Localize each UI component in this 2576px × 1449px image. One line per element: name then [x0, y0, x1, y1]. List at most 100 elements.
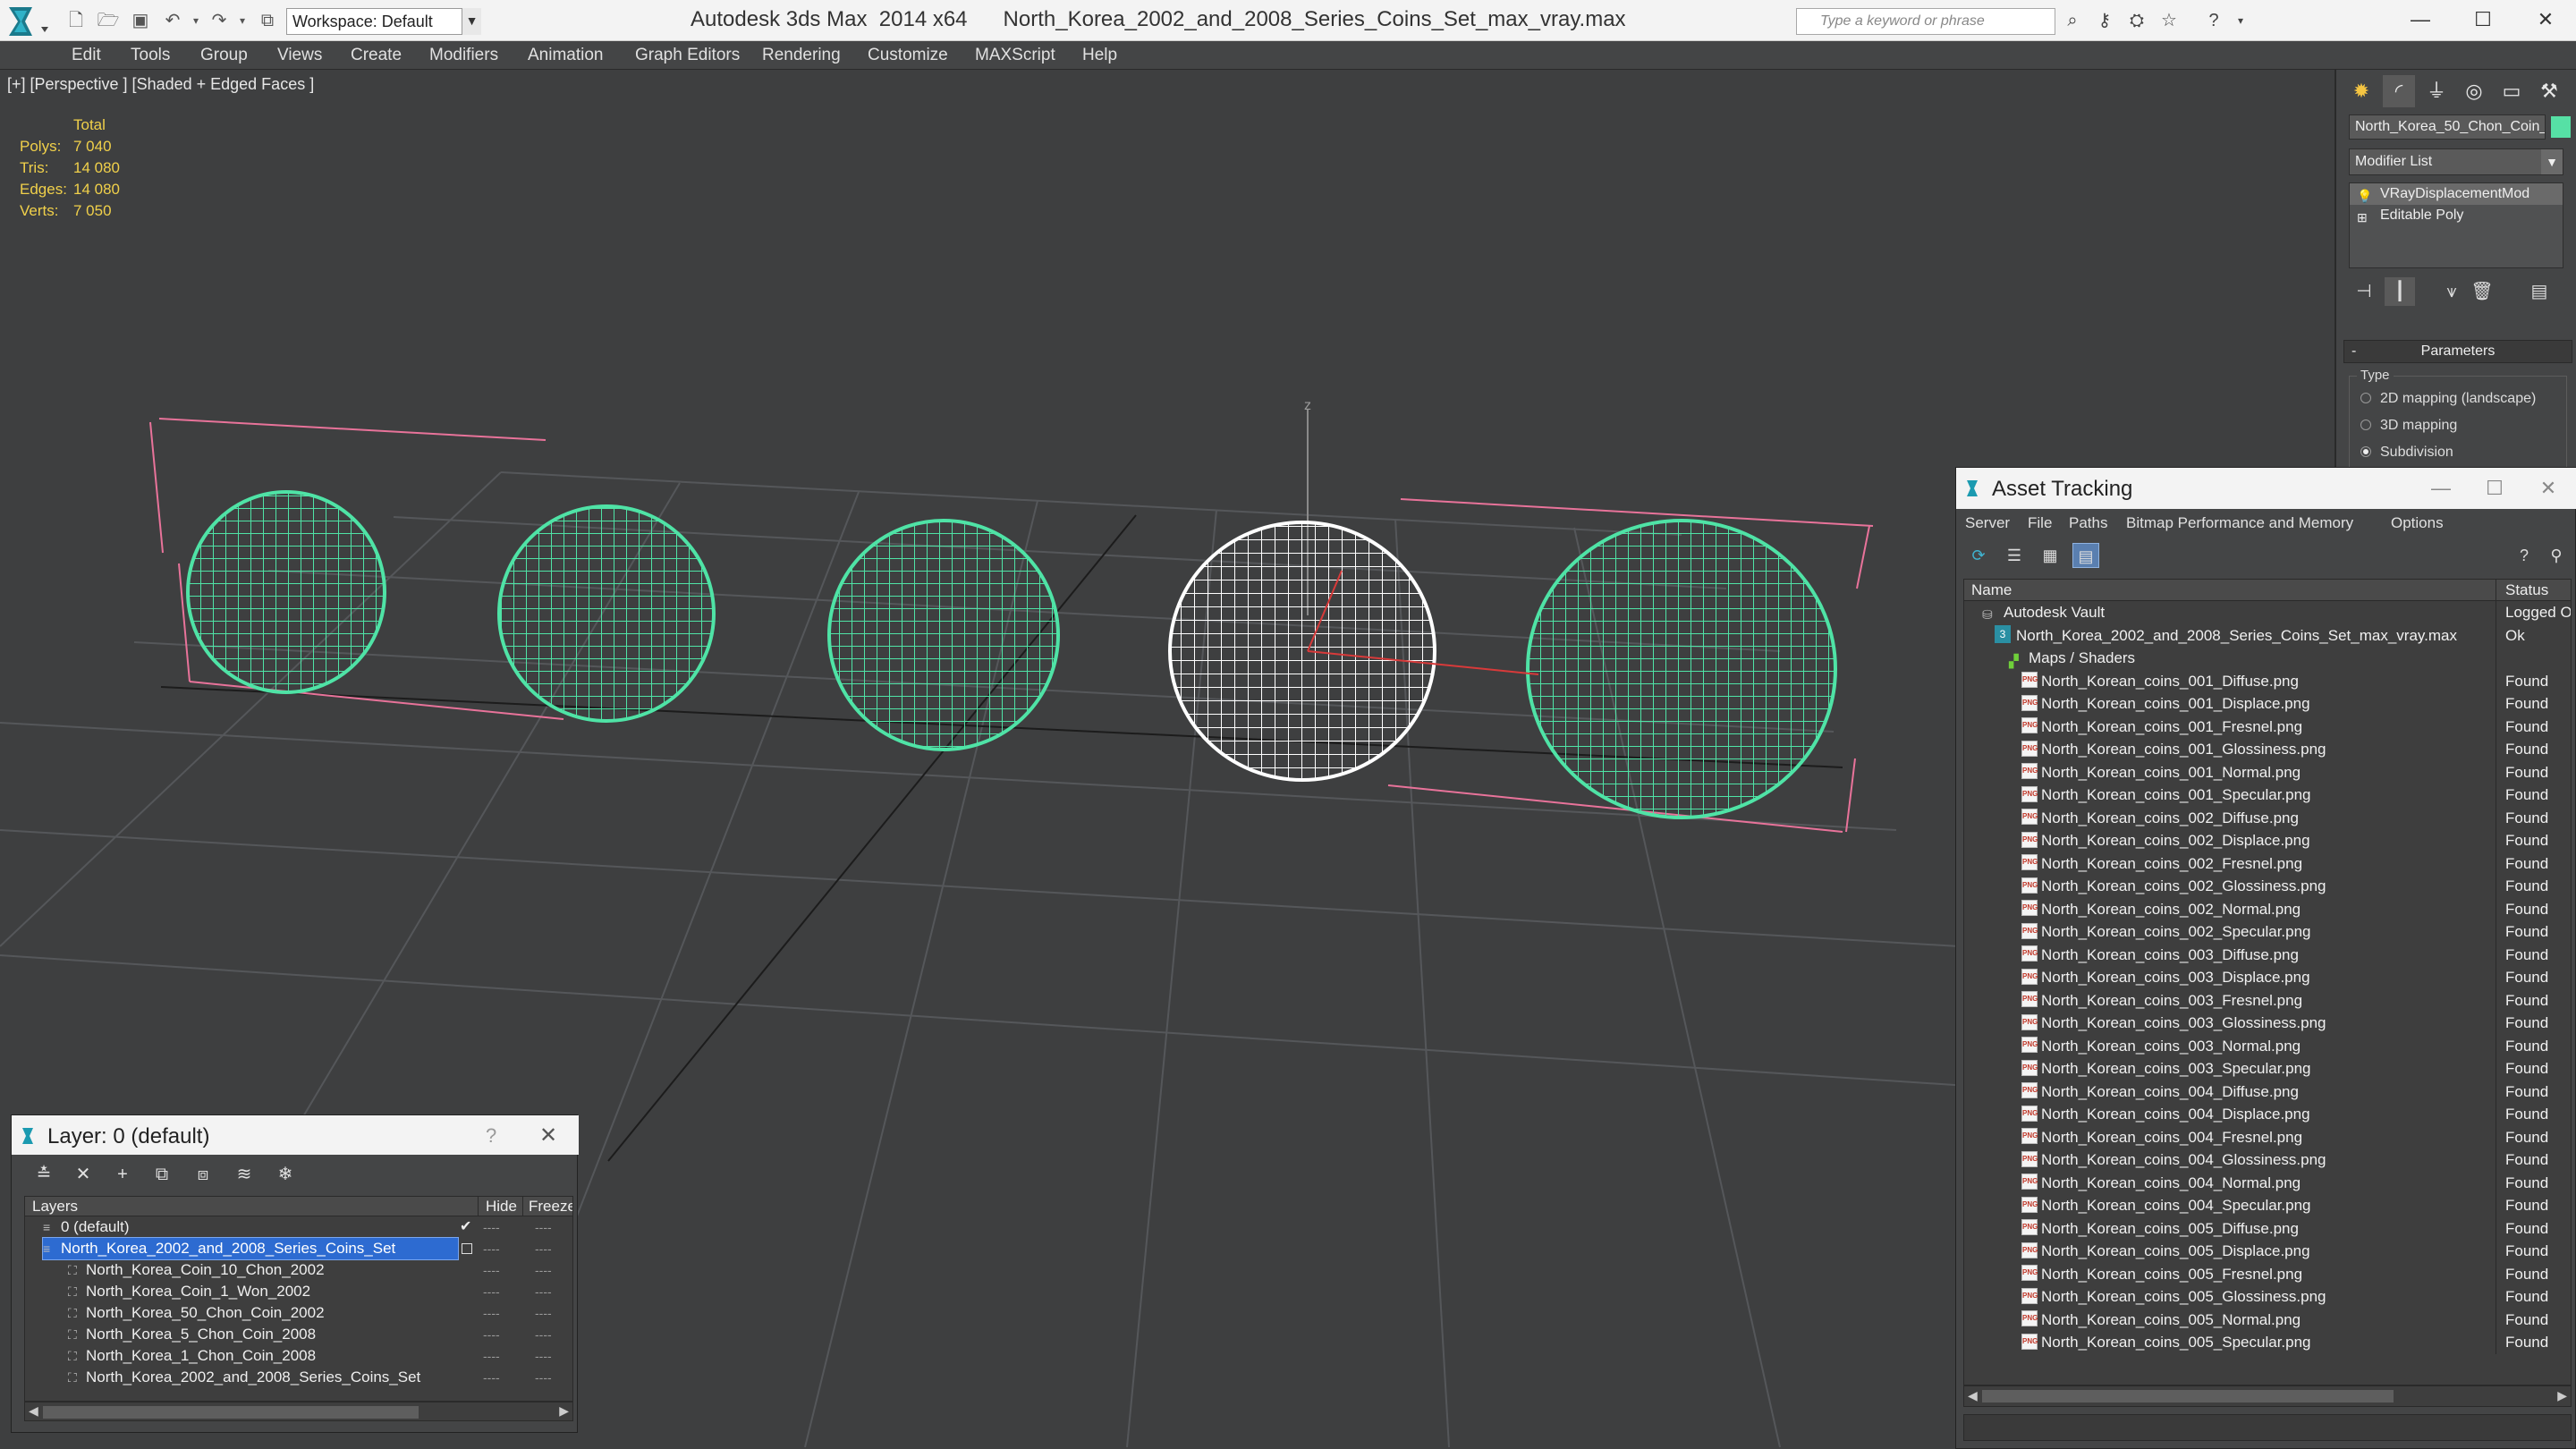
menu-group[interactable]: Group [200, 45, 248, 66]
scroll-right-icon[interactable]: ▶ [2557, 1388, 2567, 1403]
redo-icon[interactable]: ↷ [208, 9, 231, 32]
modifier-list-select[interactable]: Modifier List ▼ [2349, 148, 2563, 175]
table-row[interactable]: PNG North_Korean_coins_001_Specular.png Fo… [1964, 784, 2571, 807]
table-row[interactable]: PNG North_Korean_coins_005_Normal.png Foun… [1964, 1308, 2571, 1331]
radio-button[interactable] [2360, 392, 2371, 403]
freeze-toggle[interactable]: ---- [535, 1259, 552, 1281]
hide-toggle[interactable]: ---- [483, 1216, 500, 1238]
menu-maxscript[interactable]: MAXScript [975, 45, 1055, 66]
asset-path-field[interactable] [1963, 1414, 2572, 1441]
undo-icon[interactable]: ↶ [161, 9, 184, 32]
freeze-toggle[interactable]: ---- [535, 1324, 552, 1345]
project-folder-icon[interactable]: ⧉ [256, 9, 279, 32]
table-row[interactable]: PNG North_Korean_coins_004_Diffuse.png Fou… [1964, 1080, 2571, 1103]
menu-server[interactable]: Server [1965, 514, 2010, 532]
select-objects-icon[interactable]: ⧉ [148, 1162, 176, 1187]
table-row[interactable]: ⛁ Autodesk Vault Logged Ou [1964, 601, 2571, 624]
table-row[interactable]: PNG North_Korean_coins_002_Specular.png Fo… [1964, 920, 2571, 944]
hide-toggle[interactable]: ---- [483, 1302, 500, 1324]
scroll-left-icon[interactable]: ◀ [29, 1403, 38, 1419]
create-tab-icon[interactable]: ✹ [2345, 75, 2377, 107]
delete-icon[interactable]: ✕ [69, 1162, 97, 1187]
layer-manager-titlebar[interactable]: Layer: 0 (default) ? ✕ [12, 1115, 579, 1155]
asset-table[interactable]: Name Status ⛁Autodesk Vault Logged Ou 3N… [1963, 579, 2572, 1385]
asset-tracking-titlebar[interactable]: Asset Tracking — ☐ ✕ [1956, 468, 2576, 509]
table-row[interactable]: ▞ Maps / Shaders [1964, 647, 2571, 670]
scroll-thumb[interactable] [1982, 1390, 2394, 1402]
layer-object-row[interactable]: ⛶ North_Korea_50_Chon_Coin_2002 ---- ---- [25, 1302, 572, 1324]
current-layer-toggle[interactable] [462, 1243, 472, 1254]
menu-bitmap-performance[interactable]: Bitmap Performance and Memory [2126, 514, 2353, 532]
freeze-toggle[interactable]: ---- [535, 1216, 552, 1238]
maximize-icon[interactable]: ☐ [2456, 2, 2510, 38]
horizontal-scrollbar[interactable]: ◀ ▶ [1963, 1385, 2572, 1407]
menu-animation[interactable]: Animation [528, 45, 604, 66]
new-icon[interactable]: 🗋 [64, 9, 88, 32]
table-row[interactable]: PNG North_Korean_coins_005_Glossiness.png… [1964, 1285, 2571, 1309]
workspace-select[interactable]: Workspace: Default [286, 8, 481, 35]
column-name[interactable]: Name [1971, 581, 2012, 599]
table-row[interactable]: PNG North_Korean_coins_004_Specular.png Fo… [1964, 1194, 2571, 1217]
help-icon[interactable]: ? [2511, 543, 2538, 568]
radio-subdivision[interactable]: Subdivision [2360, 445, 2453, 461]
menu-tools[interactable]: Tools [131, 45, 170, 66]
table-row[interactable]: PNG North_Korean_coins_001_Glossiness.png… [1964, 738, 2571, 761]
hide-toggle[interactable]: ---- [483, 1367, 500, 1388]
menu-views[interactable]: Views [277, 45, 322, 66]
modifier-stack[interactable]: 💡 VRayDisplacementMod ⊞ Editable Poly [2349, 182, 2563, 268]
utilities-tab-icon[interactable]: ⚒ [2533, 75, 2565, 107]
chevron-down-icon[interactable]: ▼ [462, 8, 481, 35]
stack-item-vraydisplacement[interactable]: 💡 VRayDisplacementMod [2350, 183, 2563, 205]
table-row[interactable]: PNG North_Korean_coins_004_Fresnel.png Fou… [1964, 1125, 2571, 1148]
viewport-label[interactable]: [+] [Perspective ] [Shaded + Edged Faces… [7, 75, 314, 94]
show-end-result-icon[interactable]: ┃ [2385, 277, 2415, 306]
layer-table[interactable]: Layers Hide Freeze ≡ 0 (default) ✔ ---- ----… [24, 1196, 573, 1402]
make-unique-icon[interactable]: ⩛ [2436, 277, 2467, 306]
object-color-swatch[interactable] [2551, 116, 2571, 138]
layer-icon[interactable]: ≡ [43, 1216, 55, 1238]
table-row[interactable]: PNG North_Korean_coins_003_Displace.png Fo… [1964, 966, 2571, 989]
table-row[interactable]: PNG North_Korean_coins_001_Fresnel.png Fou… [1964, 715, 2571, 738]
close-icon[interactable]: ✕ [2519, 2, 2572, 38]
pin-icon[interactable]: ⚲ [2543, 543, 2570, 568]
table-row[interactable]: 3 North_Korea_2002_and_2008_Series_Coins_… [1964, 623, 2571, 647]
layer-object-row[interactable]: ⛶ North_Korea_Coin_1_Won_2002 ---- ---- [25, 1281, 572, 1302]
freeze-toggle[interactable]: ---- [535, 1281, 552, 1302]
layer-object-row[interactable]: ⛶ North_Korea_1_Chon_Coin_2008 ---- ---- [25, 1345, 572, 1367]
freeze-toggle[interactable]: ---- [535, 1345, 552, 1367]
close-icon[interactable]: ✕ [539, 1123, 557, 1148]
menu-rendering[interactable]: Rendering [762, 45, 841, 66]
maximize-icon[interactable]: ☐ [2468, 471, 2521, 505]
search-input[interactable]: Type a keyword or phrase [1796, 8, 2055, 35]
help-icon[interactable]: ? [2200, 9, 2227, 32]
freeze-toggle[interactable]: ---- [535, 1238, 552, 1259]
table-row[interactable]: PNG North_Korean_coins_003_Specular.png Fo… [1964, 1057, 2571, 1080]
table-view-icon[interactable]: ▤ [2072, 543, 2099, 568]
redo-dropdown-icon[interactable]: ▾ [231, 9, 254, 32]
table-row[interactable]: PNG North_Korean_coins_003_Fresnel.png Fou… [1964, 988, 2571, 1012]
hide-toggle[interactable]: ---- [483, 1345, 500, 1367]
menu-paths[interactable]: Paths [2069, 514, 2107, 532]
layer-row[interactable]: ≡ North_Korea_2002_and_2008_Series_Coins_… [25, 1237, 572, 1260]
scroll-right-icon[interactable]: ▶ [559, 1403, 569, 1419]
table-row[interactable]: PNG North_Korean_coins_003_Diffuse.png Fou… [1964, 943, 2571, 966]
lightbulb-icon[interactable]: 💡 [2357, 185, 2372, 207]
layer-object-row[interactable]: ⛶ North_Korea_Coin_10_Chon_2002 ---- ---- [25, 1259, 572, 1281]
table-row[interactable]: PNG North_Korean_coins_005_Specular.png Fo… [1964, 1331, 2571, 1354]
hierarchy-tab-icon[interactable]: ⏚ [2420, 75, 2453, 107]
layer-row[interactable]: ≡ 0 (default) ✔ ---- ---- [25, 1216, 572, 1238]
table-row[interactable]: PNG North_Korean_coins_005_Fresnel.png Fou… [1964, 1262, 2571, 1285]
subscription-icon[interactable]: ⚷ [2091, 9, 2118, 32]
menu-edit[interactable]: Edit [72, 45, 101, 66]
table-row[interactable]: PNG North_Korean_coins_001_Diffuse.png Fou… [1964, 669, 2571, 692]
open-icon[interactable]: 🗁 [97, 9, 120, 32]
table-row[interactable]: PNG North_Korean_coins_004_Glossiness.png… [1964, 1148, 2571, 1172]
highlight-layer-icon[interactable]: ⧈ [189, 1162, 217, 1187]
list-view-icon[interactable]: ☰ [2001, 543, 2028, 568]
table-row[interactable]: PNG North_Korean_coins_004_Normal.png Foun… [1964, 1171, 2571, 1194]
communication-icon[interactable]: ⛭ [2123, 9, 2150, 32]
radio-button[interactable] [2360, 419, 2371, 430]
undo-dropdown-icon[interactable]: ▾ [184, 9, 208, 32]
help-icon[interactable]: ? [486, 1124, 496, 1148]
column-status[interactable]: Status [2496, 580, 2548, 601]
